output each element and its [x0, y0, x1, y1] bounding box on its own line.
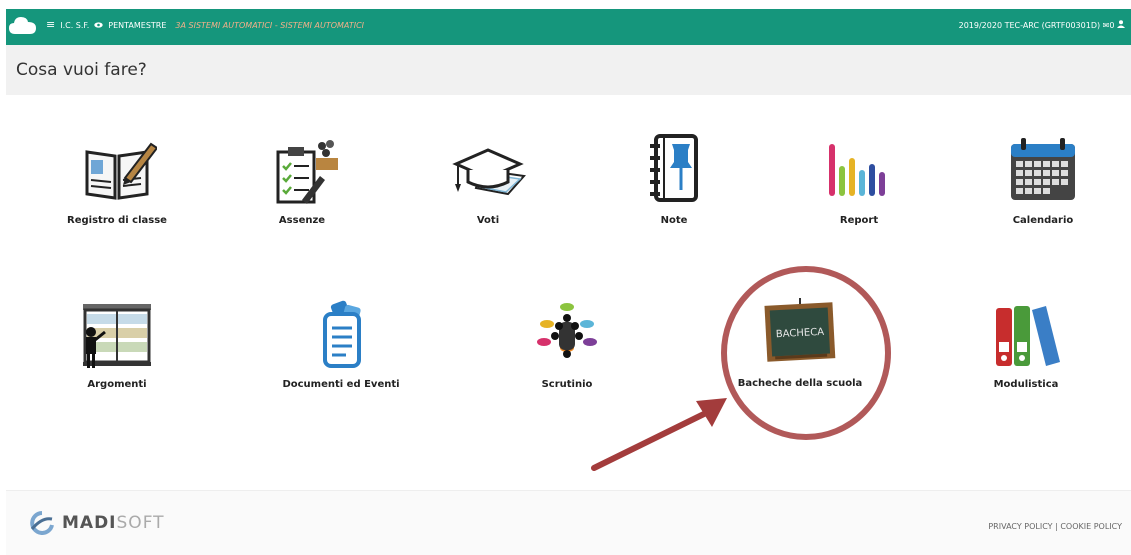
page-footer: MADISOFT PRIVACY POLICY | COOKIE POLICY [6, 490, 1131, 555]
teacher-blackboard-icon [83, 304, 151, 368]
tile-documenti-ed-eventi[interactable]: Documenti ed Eventi [256, 300, 426, 410]
account-info: 2019/2020 TEC-ARC (GRTF00301D) ✉0 [959, 20, 1125, 30]
class-context: ≡ I.C. S.F. PENTAMESTRE 3A SISTEMI AUTOM… [46, 19, 364, 30]
logo-text-soft: SOFT [116, 513, 165, 533]
tile-label: Registro di classe [67, 215, 167, 226]
tile-modulistica[interactable]: Modulistica [941, 302, 1111, 412]
calendar-icon [1011, 138, 1075, 200]
tile-label: Bacheche della scuola [737, 378, 863, 389]
tile-label: Argomenti [87, 379, 147, 390]
madisoft-logo[interactable]: MADISOFT [28, 511, 165, 535]
mail-count[interactable]: 0 [1109, 21, 1114, 30]
document-icon [323, 300, 361, 368]
period-label[interactable]: PENTAMESTRE [108, 21, 166, 30]
clipboard-checklist-icon [276, 140, 338, 204]
tile-label: Modulistica [993, 379, 1059, 390]
logo-text-main: MADI [62, 513, 117, 533]
school-name[interactable]: I.C. S.F. [60, 21, 89, 30]
tile-label: Calendario [1012, 215, 1074, 226]
tile-label: Documenti ed Eventi [282, 379, 400, 390]
annotation-arrow [591, 409, 711, 471]
notebook-pin-icon [650, 134, 698, 202]
menu-icon[interactable]: ≡ [46, 19, 55, 30]
tile-bacheche-della-scuola[interactable]: BACHECA Bacheche della scuola [715, 298, 885, 408]
tile-assenze[interactable]: Assenze [217, 138, 387, 248]
user-icon[interactable] [1117, 20, 1125, 28]
graduation-cap-icon [452, 148, 526, 196]
tile-note[interactable]: Note [589, 134, 759, 244]
class-name[interactable]: 3A SISTEMI AUTOMATICI - SISTEMI AUTOMATI… [175, 21, 364, 30]
binders-icon [996, 306, 1060, 366]
cookie-policy-link[interactable]: COOKIE POLICY [1060, 522, 1122, 531]
tile-registro-di-classe[interactable]: Registro di classe [32, 138, 202, 248]
open-book-pen-icon [85, 142, 157, 200]
page-title: Cosa vuoi fare? [16, 60, 147, 80]
tile-label: Voti [476, 215, 500, 226]
top-navigation-bar: ≡ I.C. S.F. PENTAMESTRE 3A SISTEMI AUTOM… [6, 9, 1131, 45]
eye-icon [94, 22, 103, 28]
madisoft-logo-icon [30, 511, 54, 535]
separator: | [1055, 522, 1058, 531]
tile-label: Report [839, 215, 879, 226]
privacy-policy-link[interactable]: PRIVACY POLICY [988, 522, 1052, 531]
tile-label: Note [660, 215, 688, 226]
bar-chart-icon [829, 144, 885, 196]
tile-scrutinio[interactable]: Scrutinio [482, 302, 652, 412]
cloud-icon[interactable] [8, 14, 38, 38]
tile-voti[interactable]: Voti [403, 138, 573, 248]
tile-label: Assenze [278, 215, 326, 226]
tile-label: Scrutinio [541, 379, 593, 390]
school-year-code: 2019/2020 TEC-ARC (GRTF00301D) [958, 21, 1101, 30]
tile-argomenti[interactable]: Argomenti [32, 302, 202, 412]
legal-links: PRIVACY POLICY | COOKIE POLICY [988, 522, 1122, 531]
tile-report[interactable]: Report [774, 138, 944, 248]
page-header: Cosa vuoi fare? [6, 45, 1131, 95]
blackboard-icon: BACHECA [764, 298, 836, 362]
meeting-icon [537, 303, 597, 358]
tile-calendario[interactable]: Calendario [958, 136, 1128, 246]
